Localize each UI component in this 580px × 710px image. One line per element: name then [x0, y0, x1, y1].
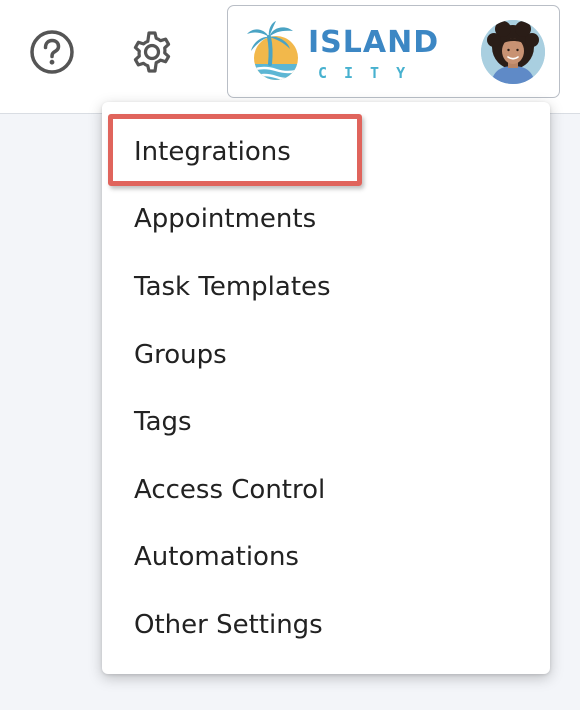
settings-dropdown-menu: Integrations Appointments Task Templates…	[102, 102, 550, 674]
menu-item-appointments[interactable]: Appointments	[134, 206, 316, 232]
gear-icon	[133, 31, 171, 73]
menu-item-task-templates[interactable]: Task Templates	[134, 274, 331, 300]
brand-name: ISLAND	[308, 25, 440, 60]
help-button[interactable]	[28, 28, 76, 76]
brand-subname: CITY	[318, 64, 423, 82]
settings-button[interactable]	[128, 28, 176, 76]
menu-item-access-control[interactable]: Access Control	[134, 477, 325, 503]
menu-item-integrations[interactable]: Integrations	[134, 139, 291, 165]
question-circle-icon	[30, 30, 74, 74]
avatar-image	[481, 20, 545, 84]
account-switcher[interactable]: ISLAND CITY	[227, 5, 560, 98]
user-avatar[interactable]	[481, 20, 545, 84]
menu-item-other-settings[interactable]: Other Settings	[134, 612, 323, 638]
brand-logo: ISLAND CITY	[244, 20, 438, 88]
menu-item-groups[interactable]: Groups	[134, 342, 227, 368]
palm-island-logo-icon	[247, 21, 298, 80]
top-bar: ISLAND CITY	[0, 0, 580, 114]
menu-item-tags[interactable]: Tags	[134, 409, 192, 435]
menu-item-automations[interactable]: Automations	[134, 544, 299, 570]
